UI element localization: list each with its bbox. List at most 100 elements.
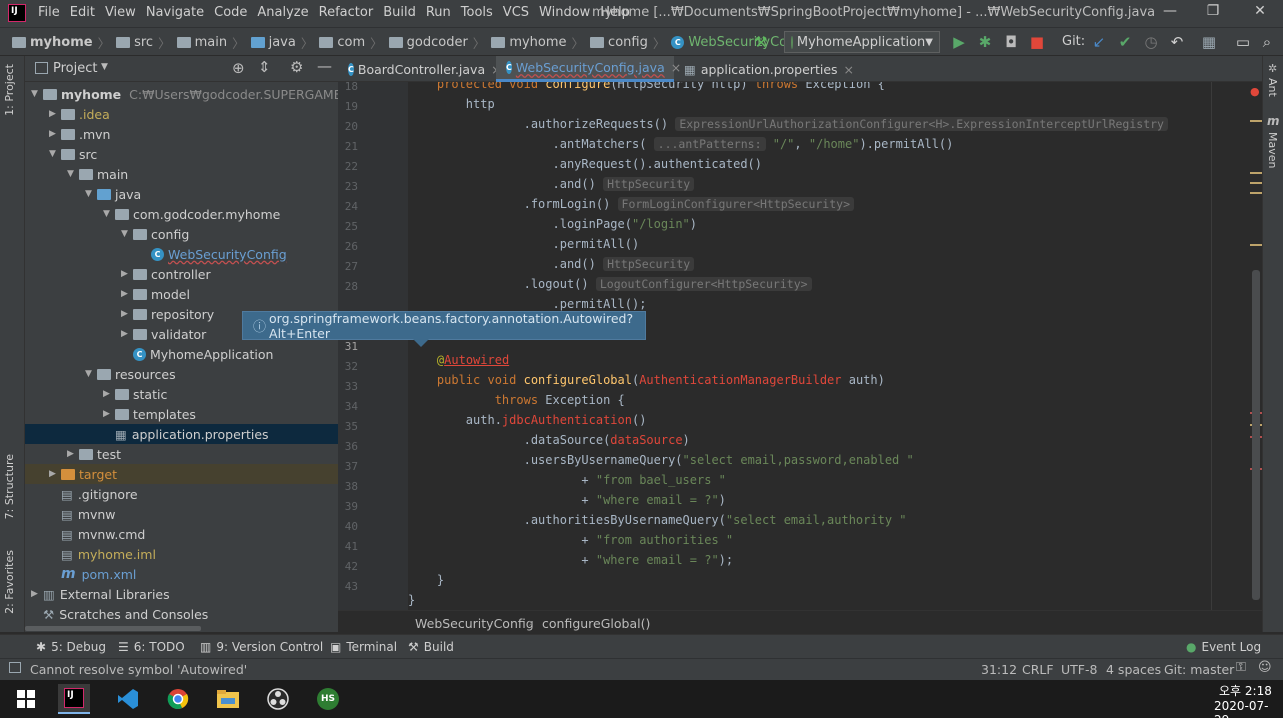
tree-item-templates[interactable]: ▶ templates xyxy=(25,404,196,424)
expanded-arrow-icon[interactable]: ▼ xyxy=(121,229,133,239)
editor-tab-application-properties[interactable]: ▦ application.properties × xyxy=(674,56,854,82)
collapse-all-icon[interactable]: ⇕ xyxy=(258,58,271,76)
run-configuration-select[interactable]: MyhomeApplication ▼ xyxy=(784,31,940,53)
collapsed-arrow-icon[interactable]: ▶ xyxy=(67,449,79,459)
project-structure-icon[interactable]: ▦ xyxy=(1200,33,1218,51)
project-tool-tab[interactable]: 1: Project xyxy=(3,64,16,116)
intellij-taskbar-icon[interactable]: IJ xyxy=(58,684,90,714)
expanded-arrow-icon[interactable]: ▼ xyxy=(85,369,97,379)
indent-setting[interactable]: 4 spaces xyxy=(1106,662,1161,677)
import-hint-popup[interactable]: ⓘ org.springframework.beans.factory.anno… xyxy=(242,311,646,347)
path-crumb-java[interactable]: java xyxy=(250,35,296,50)
git-update-icon[interactable]: ↙ xyxy=(1090,33,1108,51)
file-explorer-taskbar-icon[interactable] xyxy=(212,684,244,714)
menu-edit[interactable]: Edit xyxy=(70,5,95,20)
maven-tool-tab[interactable]: Maven xyxy=(1266,132,1279,168)
notifications-icon[interactable]: ☺ xyxy=(1258,660,1272,675)
git-branch[interactable]: Git: master xyxy=(1164,662,1234,677)
tree-item-controller[interactable]: ▶ controller xyxy=(25,264,211,284)
vertical-scrollbar[interactable] xyxy=(1252,270,1260,600)
caret-position[interactable]: 31:12 xyxy=(981,662,1017,677)
warning-mark[interactable] xyxy=(1250,182,1262,184)
menu-view[interactable]: View xyxy=(105,5,136,20)
clock-time[interactable]: 오후 2:18 xyxy=(1219,682,1272,699)
coverage-icon[interactable]: ◘ xyxy=(1002,33,1020,51)
tree-item-java[interactable]: ▼ java xyxy=(25,184,141,204)
windows-start-icon[interactable] xyxy=(10,684,42,714)
collapsed-arrow-icon[interactable]: ▶ xyxy=(121,289,133,299)
presentation-icon[interactable]: ▭ xyxy=(1234,33,1252,51)
event-log-tab[interactable]: Event Log xyxy=(1201,640,1261,654)
tree-item-static[interactable]: ▶ static xyxy=(25,384,167,404)
tree-item-src[interactable]: ▼ src xyxy=(25,144,97,164)
close-icon[interactable]: ✕ xyxy=(1250,3,1270,23)
git-history-icon[interactable]: ◷ xyxy=(1142,33,1160,51)
menu-window[interactable]: Window xyxy=(539,5,590,20)
path-crumb-main[interactable]: main xyxy=(176,35,227,50)
breadcrumb-class[interactable]: WebSecurityConfig xyxy=(415,616,534,631)
collapsed-arrow-icon[interactable]: ▶ xyxy=(49,129,61,139)
tree-item-model[interactable]: ▶ model xyxy=(25,284,190,304)
maximize-icon[interactable]: ❐ xyxy=(1203,3,1223,23)
line-separator[interactable]: CRLF xyxy=(1022,662,1054,677)
menu-file[interactable]: File xyxy=(38,5,60,20)
path-crumb-src[interactable]: src xyxy=(116,35,153,50)
collapsed-arrow-icon[interactable]: ▶ xyxy=(121,309,133,319)
warning-mark[interactable] xyxy=(1250,120,1262,122)
expanded-arrow-icon[interactable]: ▼ xyxy=(85,189,97,199)
tree-item-target[interactable]: ▶ target xyxy=(25,464,338,484)
path-crumb-config[interactable]: config xyxy=(590,35,648,50)
menu-run[interactable]: Run xyxy=(426,5,451,20)
error-indicator-icon[interactable]: ● xyxy=(1250,85,1260,98)
menu-navigate[interactable]: Navigate xyxy=(146,5,204,20)
tree-item-resources[interactable]: ▼ resources xyxy=(25,364,176,384)
run-icon[interactable]: ▶ xyxy=(950,33,968,51)
tree-item-websecurityconfig[interactable]: C WebSecurityConfig xyxy=(25,244,287,264)
expanded-arrow-icon[interactable]: ▼ xyxy=(49,149,61,159)
tree-item-idea[interactable]: ▶ .idea xyxy=(25,104,110,124)
tree-item-pom-xml[interactable]: m pom.xml xyxy=(25,564,136,584)
structure-tool-tab[interactable]: 7: Structure xyxy=(3,454,16,519)
file-encoding[interactable]: UTF-8 xyxy=(1061,662,1097,677)
warning-mark[interactable] xyxy=(1250,172,1262,174)
collapsed-arrow-icon[interactable]: ▶ xyxy=(31,589,43,599)
clock-date[interactable]: 2020-07-29 xyxy=(1214,699,1283,718)
debug-icon[interactable]: ✱ xyxy=(976,33,994,51)
warning-mark[interactable] xyxy=(1250,244,1262,246)
tree-item-myhome[interactable]: ▼ myhome C:₩Users₩godcoder.SUPERGAME₩Doc xyxy=(25,84,378,104)
horizontal-scrollbar[interactable] xyxy=(25,626,201,631)
warning-mark[interactable] xyxy=(1250,192,1262,194)
tree-item-myhome-iml[interactable]: ▤ myhome.iml xyxy=(25,544,156,564)
vscode-taskbar-icon[interactable] xyxy=(112,684,144,714)
hide-panel-icon[interactable]: — xyxy=(317,57,332,75)
path-crumb-myhome[interactable]: myhome xyxy=(12,35,93,50)
tree-item-test[interactable]: ▶ test xyxy=(25,444,121,464)
gear-icon[interactable]: ⚙ xyxy=(290,58,303,76)
collapsed-arrow-icon[interactable]: ▶ xyxy=(103,389,115,399)
tree-item-external-libraries[interactable]: ▶ ▥ External Libraries xyxy=(25,584,170,604)
obs-taskbar-icon[interactable] xyxy=(262,684,294,714)
editor-tab-websecurityconfig-java[interactable]: C WebSecurityConfig.java × xyxy=(496,56,681,82)
tree-item-scratches-and-consoles[interactable]: ⚒ Scratches and Consoles xyxy=(25,604,208,624)
collapsed-arrow-icon[interactable]: ▶ xyxy=(49,109,61,119)
expanded-arrow-icon[interactable]: ▼ xyxy=(67,169,79,179)
expanded-arrow-icon[interactable]: ▼ xyxy=(31,89,43,99)
tree-item-mvnw-cmd[interactable]: ▤ mvnw.cmd xyxy=(25,524,145,544)
favorites-tool-tab[interactable]: 2: Favorites xyxy=(3,550,16,614)
close-tab-icon[interactable]: × xyxy=(844,62,854,77)
build-hammer-icon[interactable]: ⚒ xyxy=(752,33,770,51)
project-panel-title[interactable]: Project xyxy=(53,61,97,76)
collapsed-arrow-icon[interactable]: ▶ xyxy=(49,469,61,479)
tree-item-myhomeapplication[interactable]: C MyhomeApplication xyxy=(25,344,273,364)
path-crumb-com[interactable]: com xyxy=(319,35,365,50)
collapsed-arrow-icon[interactable]: ▶ xyxy=(121,269,133,279)
toggle-tool-windows-icon[interactable] xyxy=(9,662,21,673)
menu-analyze[interactable]: Analyze xyxy=(257,5,308,20)
breadcrumb-method[interactable]: configureGlobal() xyxy=(542,616,650,631)
git-commit-icon[interactable]: ✔ xyxy=(1116,33,1134,51)
tree-item-application-properties[interactable]: ▦ application.properties xyxy=(25,424,338,444)
menu-refactor[interactable]: Refactor xyxy=(319,5,374,20)
editor-tab-boardcontroller-java[interactable]: CBoardController.java× xyxy=(338,56,502,82)
hs-taskbar-icon[interactable]: HS xyxy=(312,684,344,714)
path-crumb-godcoder[interactable]: godcoder xyxy=(388,35,468,50)
